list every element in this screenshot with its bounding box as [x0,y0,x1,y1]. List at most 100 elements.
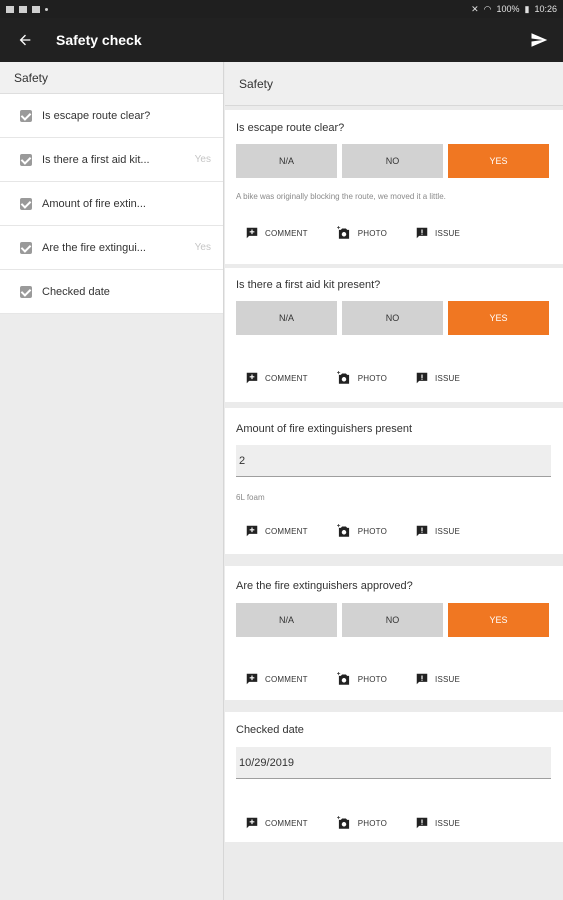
play-notification-icon [19,5,27,13]
photo-button[interactable]: PHOTO [336,226,387,240]
question-card-first-aid-kit: Is there a first aid kit present? N/A NO… [225,268,563,402]
more-notifications-icon [45,7,48,11]
send-button[interactable] [527,28,551,52]
back-button[interactable] [0,18,50,62]
question-actions: COMMENT PHOTO ISSUE [245,524,488,538]
app-bar: Safety check [0,18,563,62]
answer-options: N/A NO YES [236,301,549,335]
add-comment-icon [246,227,258,239]
checkbox-checked-icon [20,197,32,210]
battery-icon: ▮ [524,3,530,14]
comment-label: COMMENT [265,674,308,684]
comment-label: COMMENT [265,373,308,383]
option-no-button[interactable]: NO [342,603,443,637]
add-photo-icon [336,371,349,384]
photo-button[interactable]: PHOTO [336,524,387,538]
system-indicators: ✕ ◠ 100% ▮ 10:26 [471,4,557,15]
photo-label: PHOTO [357,818,388,828]
add-comment-icon [246,372,258,384]
comment-button[interactable]: COMMENT [245,226,308,240]
photo-button[interactable]: PHOTO [336,816,387,830]
date-value: 10/29/2019 [239,756,295,769]
answer-options: N/A NO YES [236,603,549,637]
sidebar-item-value: Yes [194,154,211,165]
clock: 10:26 [534,4,557,14]
option-no-button[interactable]: NO [342,301,443,335]
answer-options: N/A NO YES [236,144,549,178]
date-input[interactable]: 10/29/2019 [236,747,551,779]
photo-label: PHOTO [357,674,388,684]
question-note: A bike was originally blocking the route… [236,192,446,201]
photo-label: PHOTO [357,526,388,536]
issue-label: ISSUE [435,674,461,684]
comment-button[interactable]: COMMENT [245,672,308,686]
sidebar-item-escape-route[interactable]: Is escape route clear? [0,94,223,138]
report-issue-icon [416,227,428,239]
notification-icons [6,5,48,13]
add-photo-icon [336,672,349,685]
question-card-fire-extinguisher-amount: Amount of fire extinguishers present 2 6… [225,408,563,554]
issue-label: ISSUE [435,373,461,383]
option-yes-button[interactable]: YES [448,301,549,335]
arrow-back-icon [19,34,31,46]
issue-button[interactable]: ISSUE [415,371,460,385]
add-photo-icon [336,524,349,537]
add-photo-icon [336,816,349,829]
report-issue-icon [416,817,428,829]
photo-label: PHOTO [357,373,388,383]
question-label: Amount of fire extinguishers present [236,423,413,435]
question-label: Checked date [236,724,304,736]
question-card-escape-route: Is escape route clear? N/A NO YES A bike… [225,110,563,264]
sidebar-item-fire-extinguisher-amount[interactable]: Amount of fire extin... [0,182,223,226]
issue-button[interactable]: ISSUE [415,226,460,240]
question-label: Is there a first aid kit present? [236,279,381,291]
question-actions: COMMENT PHOTO ISSUE [245,672,488,686]
issue-button[interactable]: ISSUE [415,816,460,830]
amount-value: 2 [239,454,246,467]
sidebar-item-first-aid-kit[interactable]: Is there a first aid kit... Yes [0,138,223,182]
comment-button[interactable]: COMMENT [245,371,308,385]
play-notification-icon [32,5,40,13]
sidebar-item-label: Are the fire extingui... [42,241,146,254]
option-na-button[interactable]: N/A [236,301,337,335]
add-photo-icon [336,226,349,239]
photo-button[interactable]: PHOTO [336,371,387,385]
main-section-title: Safety [225,62,563,106]
question-label: Is escape route clear? [236,122,345,134]
issue-label: ISSUE [435,228,461,238]
wifi-icon: ◠ [483,3,492,14]
sidebar-item-checked-date[interactable]: Checked date [0,270,223,314]
gallery-notification-icon [6,5,14,13]
option-no-button[interactable]: NO [342,144,443,178]
question-card-fire-extinguisher-approved: Are the fire extinguishers approved? N/A… [225,566,563,700]
question-actions: COMMENT PHOTO ISSUE [245,371,488,385]
add-comment-icon [246,673,258,685]
question-detail-pane: Safety Is escape route clear? N/A NO YES… [225,62,563,900]
question-actions: COMMENT PHOTO ISSUE [245,816,488,830]
option-na-button[interactable]: N/A [236,603,337,637]
photo-button[interactable]: PHOTO [336,672,387,686]
issue-button[interactable]: ISSUE [415,672,460,686]
comment-button[interactable]: COMMENT [245,524,308,538]
sidebar-item-label: Is there a first aid kit... [42,153,150,166]
option-na-button[interactable]: N/A [236,144,337,178]
report-issue-icon [416,372,428,384]
comment-button[interactable]: COMMENT [245,816,308,830]
amount-input[interactable]: 2 [236,445,551,477]
sidebar-section-title: Safety [0,62,223,94]
question-label: Are the fire extinguishers approved? [236,580,413,592]
send-icon [531,33,548,47]
issue-label: ISSUE [435,526,461,536]
status-bar: ✕ ◠ 100% ▮ 10:26 [0,0,563,18]
question-card-checked-date: Checked date 10/29/2019 COMMENT PHOTO IS… [225,712,563,842]
sidebar-item-value: Yes [194,242,211,253]
add-comment-icon [246,525,258,537]
battery-level: 100% [496,4,520,14]
checkbox-checked-icon [20,109,32,122]
issue-button[interactable]: ISSUE [415,524,460,538]
sidebar-item-fire-extinguisher-approved[interactable]: Are the fire extingui... Yes [0,226,223,270]
checkbox-checked-icon [20,285,32,298]
issue-label: ISSUE [435,818,461,828]
option-yes-button[interactable]: YES [448,603,549,637]
option-yes-button[interactable]: YES [448,144,549,178]
